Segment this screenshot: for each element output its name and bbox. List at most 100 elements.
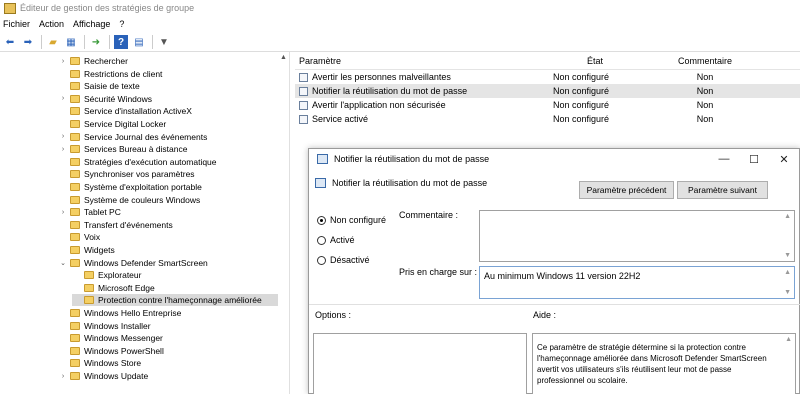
tree-item[interactable]: Service d'installation ActiveX: [58, 105, 192, 117]
list-item[interactable]: Avertir l'application non sécurisée Non c…: [295, 98, 800, 112]
header-commentaire[interactable]: Commentaire: [645, 56, 765, 66]
tree-item[interactable]: ⌄ Windows Defender SmartScreen: [58, 257, 208, 269]
tree-item[interactable]: › Tablet PC: [58, 206, 121, 218]
tree-item[interactable]: Transfert d'événements: [58, 219, 173, 231]
chevron-right-icon[interactable]: ›: [58, 133, 68, 140]
maximize-button[interactable]: ☐: [739, 153, 769, 166]
tree-item[interactable]: Windows Installer: [58, 320, 151, 332]
tree-item[interactable]: Windows Messenger: [58, 332, 163, 344]
policy-setting-dialog: Notifier la réutilisation du mot de pass…: [308, 148, 800, 394]
tree-item[interactable]: Windows PowerShell: [58, 345, 164, 357]
supported-on-field[interactable]: Au minimum Windows 11 version 22H2 ▲ ▼: [479, 266, 795, 299]
help-text: Ce paramètre de stratégie détermine si l…: [537, 343, 767, 385]
header-etat[interactable]: État: [545, 56, 645, 66]
tree-item[interactable]: Service Digital Locker: [58, 118, 166, 130]
folder-icon: [70, 233, 80, 242]
tree-item[interactable]: Système de couleurs Windows: [58, 194, 200, 206]
tree-item[interactable]: Widgets: [58, 244, 115, 256]
tree-item-label: Windows Defender SmartScreen: [84, 257, 208, 268]
help-label: Aide :: [533, 310, 557, 320]
tree-item[interactable]: Windows Store: [58, 357, 141, 369]
radio-not-configured[interactable]: Non configuré: [317, 215, 386, 225]
help-panel[interactable]: Ce paramètre de stratégie détermine si l…: [532, 333, 796, 394]
tree-item[interactable]: Windows Hello Entreprise: [58, 307, 181, 319]
settings-list: Paramètre État Commentaire Avertir les p…: [295, 52, 800, 126]
filter-icon[interactable]: ▼: [157, 35, 171, 49]
chevron-right-icon[interactable]: ›: [58, 95, 68, 102]
tree-item[interactable]: Microsoft Edge: [72, 282, 155, 294]
tree-item[interactable]: Voix: [58, 231, 100, 243]
tree-item-label: Windows PowerShell: [84, 345, 164, 356]
chevron-right-icon[interactable]: ›: [58, 373, 68, 380]
tree-item-label: Windows Store: [84, 358, 142, 369]
tree-item-label: Service Journal des événements: [84, 131, 208, 142]
scroll-down-icon[interactable]: ▼: [784, 289, 791, 296]
list-item[interactable]: Avertir les personnes malveillantes Non c…: [295, 70, 800, 84]
tree-item[interactable]: › Service Journal des événements: [58, 131, 208, 143]
menu-help[interactable]: ?: [119, 19, 124, 29]
chevron-right-icon[interactable]: ›: [58, 146, 68, 153]
folder-icon: [70, 309, 80, 317]
tree-scroll-up-icon[interactable]: ▲: [280, 54, 287, 61]
header-parametre[interactable]: Paramètre: [295, 56, 545, 66]
folder-icon: [70, 107, 80, 116]
menu-fichier[interactable]: Fichier: [3, 19, 30, 29]
navigation-tree[interactable]: › Rechercher Restrictions de client Saisie …: [0, 52, 290, 394]
radio-disabled[interactable]: Désactivé: [317, 255, 370, 265]
folder-icon: [70, 183, 80, 191]
setting-name-cell: Avertir l'application non sécurisée: [295, 100, 545, 110]
tree-item[interactable]: › Rechercher: [58, 55, 128, 67]
tree-item[interactable]: Saisie de texte: [58, 80, 140, 92]
scroll-up-icon[interactable]: ▲: [784, 269, 791, 276]
scroll-down-icon[interactable]: ▼: [784, 252, 791, 259]
folder-icon: [70, 120, 80, 128]
options-panel[interactable]: [313, 333, 527, 394]
export-list-icon[interactable]: ➜: [89, 35, 103, 49]
tree-item-label: Windows Update: [84, 371, 149, 381]
tree-item[interactable]: Protection contre l'hameçonnage amélioré…: [72, 294, 278, 307]
chevron-right-icon[interactable]: ›: [58, 209, 68, 216]
list-item[interactable]: Service activé Non configuré Non: [295, 112, 800, 126]
folder-up-icon[interactable]: ▰: [46, 35, 60, 49]
folder-icon: [70, 94, 80, 103]
folder-icon: [70, 195, 80, 204]
radio-circle: [317, 215, 326, 225]
back-arrow-icon[interactable]: ⬅: [3, 35, 17, 49]
folder-icon: [70, 145, 80, 154]
dialog-subheader: Notifier la réutilisation du mot de pass…: [315, 178, 487, 188]
show-hide-tree-icon[interactable]: ▦: [64, 35, 78, 49]
dialog-subtitle: Notifier la réutilisation du mot de pass…: [332, 178, 488, 188]
setting-icon: [299, 72, 308, 82]
chevron-down-icon[interactable]: ⌄: [58, 259, 68, 267]
list-item[interactable]: Notifier la réutilisation du mot de pass…: [295, 84, 800, 98]
tree-item[interactable]: › Services Bureau à distance: [58, 143, 188, 155]
comment-label: Commentaire :: [399, 210, 459, 220]
tree-item[interactable]: Explorateur: [72, 269, 141, 281]
next-setting-button[interactable]: Paramètre suivant: [677, 181, 768, 199]
help-icon[interactable]: ?: [114, 35, 128, 49]
folder-icon: [84, 283, 94, 292]
chevron-right-icon[interactable]: ›: [58, 58, 68, 65]
tree-item-label: Voix: [84, 232, 101, 243]
minimize-button[interactable]: —: [709, 153, 739, 165]
menu-action[interactable]: Action: [39, 19, 64, 29]
setting-comment: Non: [696, 72, 714, 82]
menu-affichage[interactable]: Affichage: [73, 19, 110, 29]
comment-textarea[interactable]: ▲ ▼: [479, 210, 795, 262]
tree-item-label: Tablet PC: [84, 207, 121, 218]
radio-enabled[interactable]: Activé: [317, 235, 355, 245]
properties-icon[interactable]: ▤: [132, 35, 146, 49]
scroll-up-icon[interactable]: ▲: [785, 336, 792, 343]
folder-icon: [70, 359, 80, 368]
close-button[interactable]: ✕: [769, 153, 799, 166]
tree-item[interactable]: Stratégies d'exécution automatique: [58, 156, 217, 168]
previous-setting-button[interactable]: Paramètre précédent: [579, 181, 674, 199]
folder-icon: [70, 157, 80, 166]
forward-arrow-icon[interactable]: ➡: [21, 35, 35, 49]
tree-item[interactable]: Système d'exploitation portable: [58, 181, 202, 193]
tree-item[interactable]: › Sécurité Windows: [58, 93, 152, 105]
tree-item[interactable]: › Windows Update: [58, 370, 148, 382]
tree-item[interactable]: Synchroniser vos paramètres: [58, 168, 195, 180]
scroll-up-icon[interactable]: ▲: [784, 213, 791, 220]
tree-item[interactable]: Restrictions de client: [58, 68, 162, 80]
